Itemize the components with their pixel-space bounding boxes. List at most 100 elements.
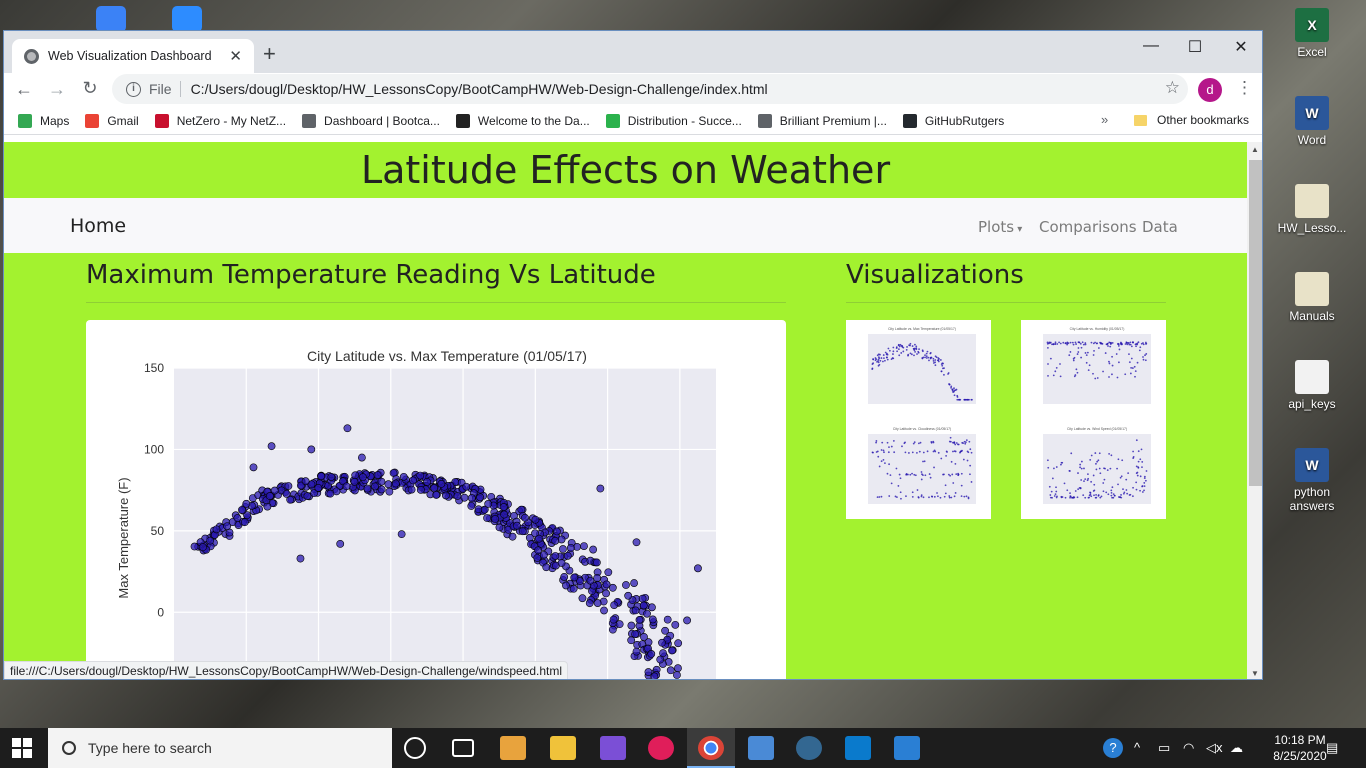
- thumb-point: [1056, 495, 1058, 498]
- thumb-point: [948, 496, 951, 499]
- scatter-point: [635, 616, 644, 624]
- thumb-point: [1049, 496, 1052, 499]
- api-keys-shortcut[interactable]: api_keys: [1272, 360, 1352, 411]
- nav-comparisons-link[interactable]: Comparisons: [1039, 218, 1137, 236]
- thumb-point: [875, 440, 878, 442]
- chrome-icon[interactable]: [698, 736, 724, 760]
- nav-plots-dropdown[interactable]: Plots ▾: [978, 218, 1022, 236]
- thumb-point: [1117, 458, 1120, 461]
- address-bar[interactable]: i File C:/Users/dougl/Desktop/HW_Lessons…: [112, 74, 1188, 104]
- more-bookmarks-icon[interactable]: »: [1101, 112, 1108, 127]
- thumb-point: [1106, 342, 1109, 345]
- word-shortcut[interactable]: W Word: [1272, 96, 1352, 147]
- manuals-shortcut[interactable]: Manuals: [1272, 272, 1352, 323]
- thumb-point: [950, 496, 953, 499]
- scatter-point: [467, 502, 476, 510]
- git-icon[interactable]: [600, 736, 626, 760]
- thumbnail-humidity[interactable]: City Latitude vs. Humidity (01/05/17) Cit…: [1021, 320, 1166, 519]
- bookmark-item[interactable]: NetZero - My NetZ...: [154, 113, 286, 128]
- minimize-button[interactable]: —: [1128, 37, 1174, 55]
- thumb-point: [1093, 349, 1095, 352]
- thumb-point: [1055, 466, 1058, 468]
- menu-icon[interactable]: ⋮: [1236, 78, 1253, 98]
- thumb-point: [1070, 452, 1073, 455]
- bookmark-item[interactable]: GitHubRutgers: [902, 113, 1004, 128]
- taskbar-clock[interactable]: 10:18 PM 8/25/2020: [1272, 732, 1328, 764]
- cortana-icon[interactable]: [404, 737, 426, 759]
- profile-avatar[interactable]: d: [1198, 78, 1222, 102]
- excel-shortcut[interactable]: X Excel: [1272, 8, 1352, 59]
- manuals-icon: [1295, 272, 1329, 306]
- star-icon[interactable]: ☆: [1165, 78, 1180, 98]
- thumb-point: [1120, 475, 1123, 478]
- onedrive-icon[interactable]: ☁: [1230, 740, 1243, 756]
- slack-icon[interactable]: [648, 736, 674, 760]
- thumb-point: [1085, 361, 1088, 364]
- thumb-point: [918, 348, 920, 351]
- thumb-point: [924, 474, 927, 477]
- bookmark-item[interactable]: Brilliant Premium |...: [757, 113, 887, 128]
- scatter-point: [391, 479, 400, 488]
- browser-tab[interactable]: Web Visualization Dashboard ✕: [12, 39, 254, 73]
- bookmark-item[interactable]: Welcome to the Da...: [455, 113, 590, 128]
- thumb-point: [944, 484, 947, 487]
- thumb-point: [960, 472, 963, 475]
- volume-muted-icon[interactable]: ◁x: [1206, 740, 1223, 756]
- vscode-icon[interactable]: [845, 736, 871, 760]
- page-scrollbar[interactable]: ▲ ▼: [1247, 142, 1262, 679]
- hw-lessons-shortcut[interactable]: HW_Lesso...: [1272, 184, 1352, 235]
- zoom-icon[interactable]: [172, 6, 202, 32]
- hw-lessons-icon: [1295, 184, 1329, 218]
- thumbnail-max-temp[interactable]: City Latitude vs. Max Temperature (01/05…: [846, 320, 991, 519]
- thumb-point: [896, 496, 898, 499]
- thumb-point: [886, 441, 889, 444]
- scroll-down-icon[interactable]: ▼: [1251, 669, 1259, 678]
- url-text[interactable]: C:/Users/dougl/Desktop/HW_LessonsCopy/Bo…: [191, 81, 768, 97]
- nav-data-link[interactable]: Data: [1142, 218, 1178, 236]
- back-button[interactable]: ←: [8, 79, 40, 100]
- photos-icon[interactable]: [894, 736, 920, 760]
- info-icon[interactable]: i: [126, 81, 141, 97]
- thumb-point: [940, 363, 943, 365]
- nav-home-link[interactable]: Home: [70, 215, 126, 237]
- scrollbar-thumb[interactable]: [1249, 160, 1262, 486]
- postgres-icon[interactable]: [796, 736, 822, 760]
- wifi-icon[interactable]: ◠: [1183, 740, 1194, 756]
- google-docs-icon[interactable]: [96, 6, 126, 32]
- python-answers-shortcut[interactable]: Wpython answers: [1272, 448, 1352, 513]
- other-bookmarks[interactable]: Other bookmarks: [1134, 113, 1249, 127]
- scroll-up-icon[interactable]: ▲: [1251, 145, 1259, 154]
- task-view-icon[interactable]: [452, 739, 474, 757]
- battery-icon[interactable]: ▭: [1158, 740, 1170, 756]
- windows-start-icon[interactable]: [12, 738, 32, 758]
- close-window-button[interactable]: ✕: [1218, 37, 1262, 57]
- thumb-point: [1076, 496, 1079, 499]
- new-tab-button[interactable]: +: [263, 43, 276, 65]
- help-icon[interactable]: ?: [1103, 738, 1123, 758]
- chevron-up-icon[interactable]: ^: [1134, 740, 1140, 755]
- reload-button[interactable]: ↻: [74, 78, 106, 99]
- excel-icon: X: [1295, 8, 1329, 42]
- thumb-point: [1090, 454, 1093, 457]
- maximize-button[interactable]: ☐: [1172, 37, 1218, 57]
- forward-button[interactable]: →: [41, 79, 73, 100]
- bookmark-item[interactable]: Maps: [18, 113, 69, 128]
- thumb-point: [1063, 482, 1066, 485]
- calculator-icon[interactable]: [748, 736, 774, 760]
- thumb-point: [1145, 342, 1148, 345]
- taskbar-search[interactable]: Type here to search: [48, 728, 392, 768]
- media-player-icon[interactable]: [500, 736, 526, 760]
- thumb-point: [927, 356, 930, 359]
- bookmark-item[interactable]: Distribution - Succe...: [605, 113, 742, 128]
- tab-close-icon[interactable]: ✕: [229, 47, 242, 65]
- thumb-point: [1145, 470, 1148, 472]
- scatter-point: [578, 594, 587, 603]
- file-explorer-icon[interactable]: [550, 736, 576, 760]
- thumb-point: [964, 442, 967, 445]
- bookmark-item[interactable]: Gmail: [85, 113, 139, 128]
- scatter-point: [190, 542, 199, 551]
- bookmark-item[interactable]: Dashboard | Bootca...: [302, 113, 440, 128]
- thumb-point: [1111, 486, 1114, 489]
- scatter-point: [533, 554, 542, 562]
- notifications-icon[interactable]: ▤: [1326, 740, 1338, 756]
